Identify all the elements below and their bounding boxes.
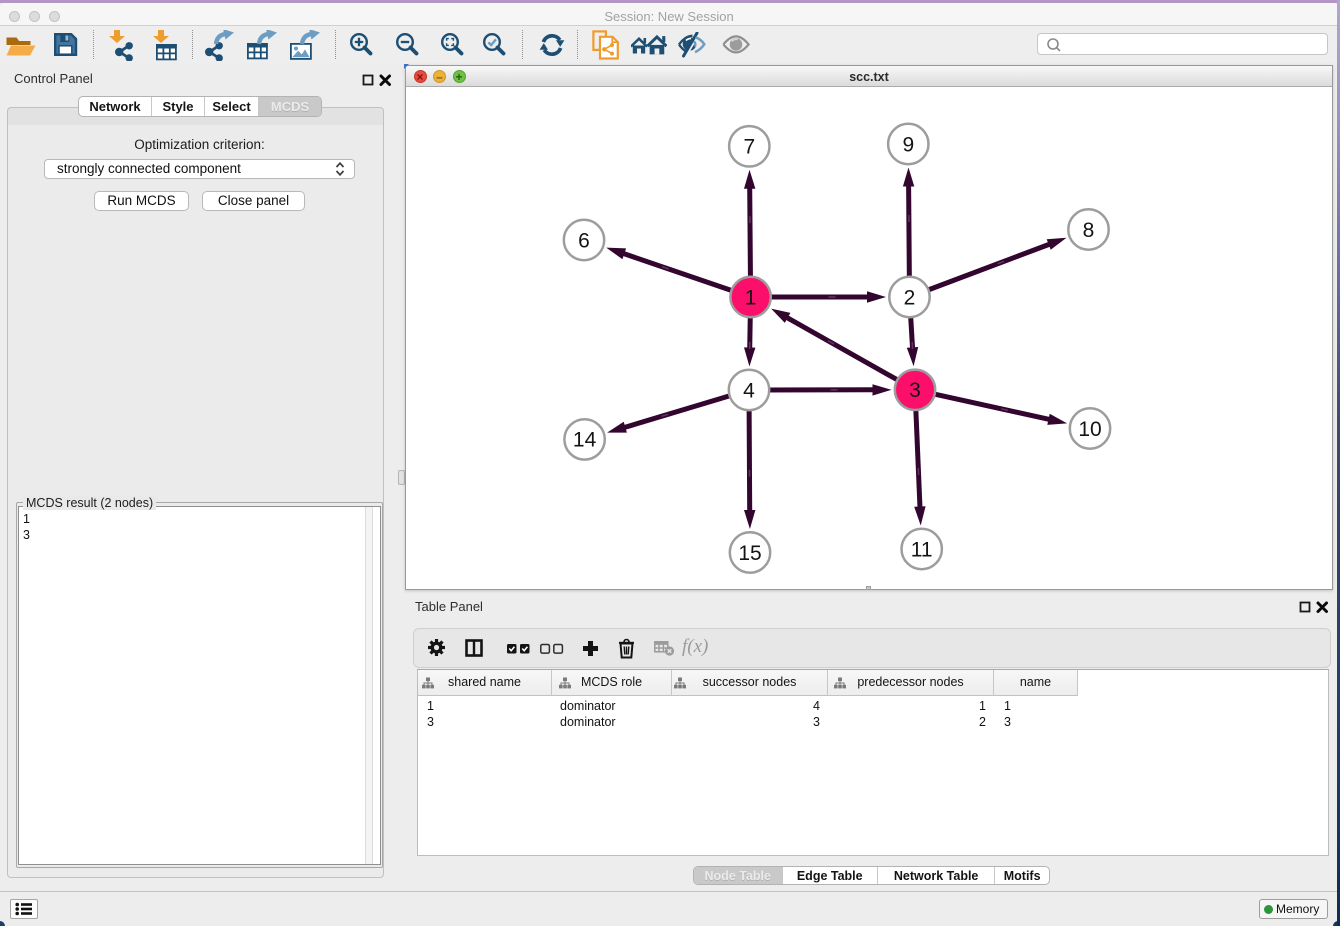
svg-text:8: 8 — [1083, 219, 1095, 242]
svg-text:11: 11 — [911, 538, 933, 561]
svg-text:14: 14 — [573, 429, 597, 452]
svg-text:10: 10 — [1078, 418, 1101, 441]
svg-text:7: 7 — [743, 136, 755, 159]
svg-text:4: 4 — [743, 379, 755, 402]
svg-text:6: 6 — [578, 229, 590, 252]
svg-text:15: 15 — [738, 542, 761, 565]
svg-text:9: 9 — [902, 133, 914, 156]
svg-text:3: 3 — [909, 379, 921, 402]
svg-text:2: 2 — [904, 286, 916, 309]
svg-text:1: 1 — [745, 286, 757, 309]
